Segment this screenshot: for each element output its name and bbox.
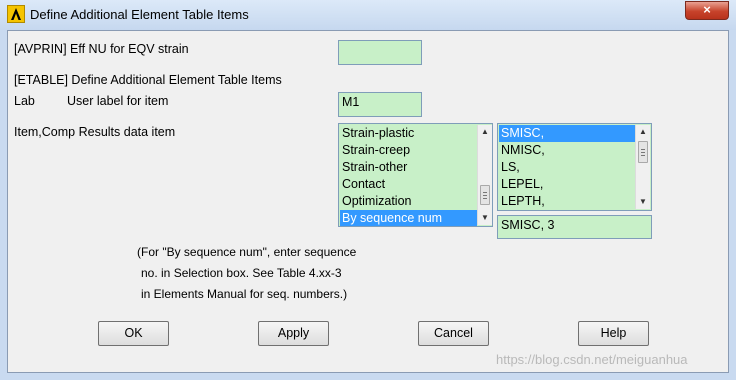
scroll-up-icon[interactable]: ▲ bbox=[478, 125, 492, 139]
lab-label-key: Lab bbox=[14, 94, 35, 108]
apply-button[interactable]: Apply bbox=[258, 321, 329, 346]
left-list-scrollbar[interactable]: ▲ ▼ bbox=[477, 125, 492, 225]
scroll-up-icon[interactable]: ▲ bbox=[636, 125, 650, 139]
list-item[interactable]: LS, bbox=[499, 159, 635, 176]
avprin-label: [AVPRIN] Eff NU for EQV strain bbox=[14, 42, 189, 56]
right-list-scrollbar[interactable]: ▲ ▼ bbox=[635, 125, 650, 209]
list-item[interactable]: Optimization bbox=[340, 193, 477, 210]
list-item[interactable]: Strain-creep bbox=[340, 142, 477, 159]
list-item-selected[interactable]: SMISC, bbox=[499, 125, 635, 142]
list-item[interactable]: LEPEL, bbox=[499, 176, 635, 193]
scroll-down-icon[interactable]: ▼ bbox=[478, 211, 492, 225]
etable-label: [ETABLE] Define Additional Element Table… bbox=[14, 73, 282, 87]
list-item-selected[interactable]: By sequence num bbox=[340, 210, 477, 226]
watermark: https://blog.csdn.net/meiguanhua bbox=[496, 352, 688, 367]
help-button[interactable]: Help bbox=[578, 321, 649, 346]
title-bar: Define Additional Element Table Items × bbox=[0, 0, 736, 30]
cancel-button[interactable]: Cancel bbox=[418, 321, 489, 346]
window-title: Define Additional Element Table Items bbox=[30, 7, 249, 22]
item-comp-label: Item,Comp Results data item bbox=[14, 125, 176, 139]
lab-label-desc: User label for item bbox=[67, 94, 169, 108]
list-item[interactable]: Contact bbox=[340, 176, 477, 193]
lab-input[interactable]: M1 bbox=[338, 92, 422, 117]
selection-input[interactable]: SMISC, 3 bbox=[497, 215, 652, 239]
item-component-list[interactable]: SMISC, NMISC, LS, LEPEL, LEPTH, ▲ ▼ bbox=[497, 123, 652, 211]
note-line-1: (For "By sequence num", enter sequence bbox=[137, 245, 357, 259]
close-icon[interactable]: × bbox=[685, 1, 729, 20]
note-line-2: no. in Selection box. See Table 4.xx-3 bbox=[141, 266, 342, 280]
list-item[interactable]: Strain-other bbox=[340, 159, 477, 176]
scroll-thumb[interactable] bbox=[638, 141, 648, 163]
dialog-body: [AVPRIN] Eff NU for EQV strain [ETABLE] … bbox=[7, 30, 729, 373]
list-item[interactable]: LEPTH, bbox=[499, 193, 635, 210]
ansys-logo-icon bbox=[7, 5, 25, 23]
list-item[interactable]: Strain-plastic bbox=[340, 125, 477, 142]
scroll-down-icon[interactable]: ▼ bbox=[636, 195, 650, 209]
item-category-list[interactable]: Strain-plastic Strain-creep Strain-other… bbox=[338, 123, 493, 227]
list-item[interactable]: NMISC, bbox=[499, 142, 635, 159]
avprin-input[interactable] bbox=[338, 40, 422, 65]
scroll-thumb[interactable] bbox=[480, 185, 490, 205]
ok-button[interactable]: OK bbox=[98, 321, 169, 346]
note-line-3: in Elements Manual for seq. numbers.) bbox=[141, 287, 348, 301]
